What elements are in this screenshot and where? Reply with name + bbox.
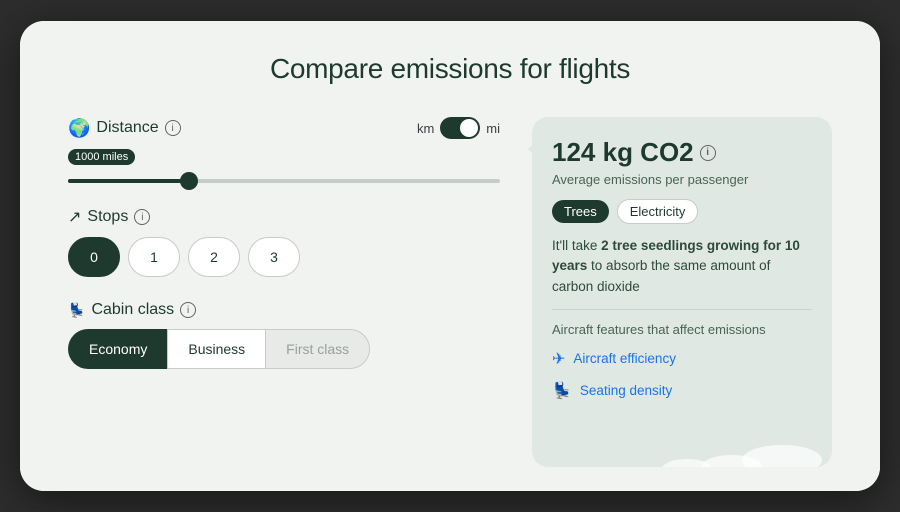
feature-link-efficiency[interactable]: ✈ Aircraft efficiency — [552, 349, 812, 369]
stop-btn-1[interactable]: 1 — [128, 237, 180, 277]
divider — [552, 309, 812, 310]
cabin-btn-business[interactable]: Business — [167, 329, 265, 369]
distance-section: 🌍 Distance i km mi 1000 — [68, 117, 500, 183]
cabin-btn-first[interactable]: First class — [265, 329, 370, 369]
toggle-knob — [460, 119, 478, 137]
main-layout: 🌍 Distance i km mi 1000 — [68, 117, 832, 467]
page-title: Compare emissions for flights — [68, 53, 832, 85]
stops-info-icon[interactable]: i — [134, 209, 150, 225]
km-label: km — [417, 121, 434, 136]
stops-section: ↗ Stops i 0 1 2 3 — [68, 207, 500, 277]
stop-btn-2[interactable]: 2 — [188, 237, 240, 277]
device-frame: Compare emissions for flights 🌍 Distance… — [20, 21, 880, 491]
comparison-text: It'll take 2 tree seedlings growing for … — [552, 236, 812, 297]
slider-fill — [68, 179, 189, 183]
app-content: Compare emissions for flights 🌍 Distance… — [20, 21, 880, 491]
comparison-pre: It'll take — [552, 238, 601, 253]
distance-info-icon[interactable]: i — [165, 120, 181, 136]
cabin-buttons: Economy Business First class — [68, 329, 500, 369]
distance-slider-container: 1000 miles — [68, 149, 500, 183]
tag-trees[interactable]: Trees — [552, 200, 609, 223]
seating-icon: 💺 — [552, 381, 572, 401]
globe-icon: 🌍 — [68, 118, 90, 139]
stops-label: Stops — [87, 208, 128, 226]
stops-buttons: 0 1 2 3 — [68, 237, 500, 277]
slider-thumb[interactable] — [180, 172, 198, 190]
cabin-section: 💺 Cabin class i Economy Business First c… — [68, 301, 500, 369]
features-title: Aircraft features that affect emissions — [552, 322, 812, 337]
stop-btn-3[interactable]: 3 — [248, 237, 300, 277]
co2-info-icon[interactable]: i — [700, 145, 716, 161]
km-mi-toggle-group: km mi — [417, 117, 500, 139]
tag-row: Trees Electricity — [552, 199, 812, 224]
slider-value-label: 1000 miles — [68, 149, 135, 165]
tag-electricity[interactable]: Electricity — [617, 199, 699, 224]
right-panel: 124 kg CO2 i Average emissions per passe… — [532, 117, 832, 467]
feature-label-efficiency: Aircraft efficiency — [573, 351, 676, 366]
co2-value: 124 kg CO2 — [552, 137, 694, 168]
stops-header: ↗ Stops i — [68, 207, 500, 227]
plane-icon: ✈ — [552, 349, 565, 369]
stops-icon: ↗ — [68, 207, 81, 227]
distance-label: Distance — [96, 119, 158, 137]
co2-subtitle: Average emissions per passenger — [552, 172, 812, 187]
distance-label-group: 🌍 Distance i — [68, 118, 181, 139]
cabin-header: 💺 Cabin class i — [68, 301, 500, 319]
slider-track[interactable] — [68, 179, 500, 183]
mi-label: mi — [486, 121, 500, 136]
cabin-info-icon[interactable]: i — [180, 302, 196, 318]
cabin-btn-economy[interactable]: Economy — [68, 329, 167, 369]
feature-label-seating: Seating density — [580, 383, 672, 398]
seat-icon: 💺 — [68, 302, 85, 319]
distance-header-row: 🌍 Distance i km mi — [68, 117, 500, 139]
stop-btn-0[interactable]: 0 — [68, 237, 120, 277]
unit-toggle[interactable] — [440, 117, 480, 139]
cabin-label: Cabin class — [91, 301, 174, 319]
feature-link-seating[interactable]: 💺 Seating density — [552, 381, 812, 401]
clouds-decoration — [532, 427, 832, 467]
left-panel: 🌍 Distance i km mi 1000 — [68, 117, 500, 467]
co2-amount-row: 124 kg CO2 i — [552, 137, 812, 168]
